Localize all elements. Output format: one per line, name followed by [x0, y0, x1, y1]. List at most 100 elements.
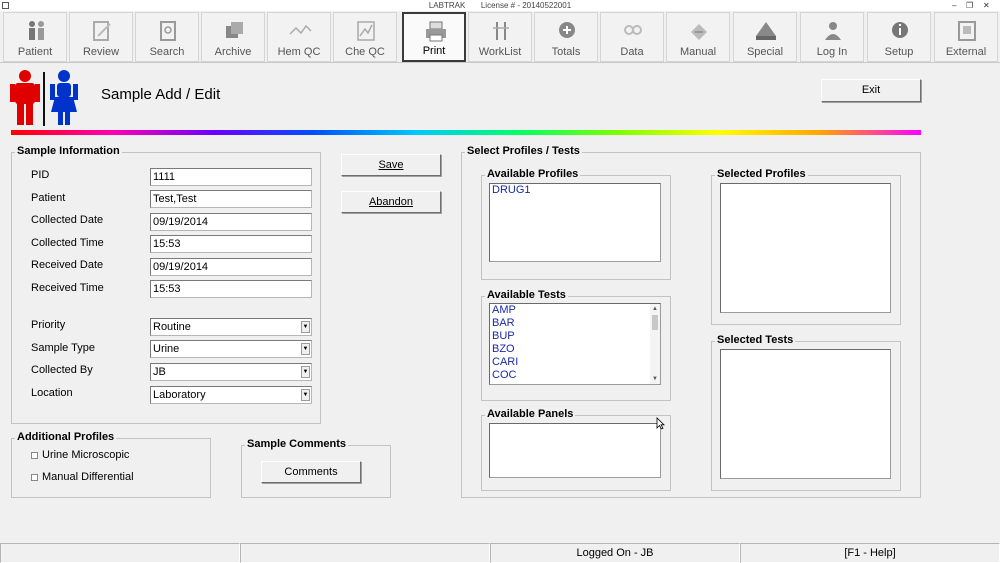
toolbar-special-button[interactable]: Special	[733, 12, 797, 62]
scroll-up-icon[interactable]: ▲	[650, 304, 660, 314]
select-profiles-tests-title: Select Profiles / Tests	[465, 145, 582, 157]
toolbar-manual-label: Manual	[679, 46, 717, 58]
list-item[interactable]: BAR	[490, 317, 660, 330]
sample-type-label: Sample Type	[31, 342, 96, 354]
collected-time-field[interactable]: 15:53	[150, 235, 312, 253]
toolbar-manual-button[interactable]: Manual	[666, 12, 730, 62]
minimize-icon[interactable]: –	[952, 0, 956, 11]
received-date-field[interactable]: 09/19/2014	[150, 258, 312, 276]
archive-icon	[226, 22, 243, 38]
page-title: Sample Add / Edit	[101, 86, 221, 103]
toolbar-search-button[interactable]: Search	[135, 12, 199, 62]
toolbar-archive-button[interactable]: Archive	[201, 12, 265, 62]
available-profiles-list[interactable]: DRUG1	[489, 183, 661, 262]
selected-tests-title: Selected Tests	[715, 334, 796, 346]
toolbar-review-button[interactable]: Review	[69, 12, 133, 62]
selected-profiles-list[interactable]	[720, 183, 891, 313]
list-item[interactable]: DRUG1	[490, 184, 660, 197]
totals-icon	[559, 22, 575, 38]
list-item[interactable]: BZO	[490, 343, 660, 356]
toolbar-worklist-label: WorkList	[478, 46, 522, 58]
chevron-down-icon[interactable]: ▼	[301, 389, 310, 401]
save-button[interactable]: Save	[341, 154, 441, 176]
collected-by-label: Collected By	[31, 364, 93, 376]
collected-date-field[interactable]: 09/19/2014	[150, 213, 312, 231]
toolbar-data-button[interactable]: Data	[600, 12, 664, 62]
external-icon	[958, 21, 976, 41]
exit-button-label: Exit	[861, 84, 881, 96]
toolbar-external-button[interactable]: External	[934, 12, 998, 62]
abandon-button[interactable]: Abandon	[341, 191, 441, 213]
available-tests-title: Available Tests	[485, 289, 568, 301]
toolbar-totals-label: Totals	[551, 46, 581, 58]
location-label: Location	[31, 387, 73, 399]
toolbar-totals-button[interactable]: Totals	[534, 12, 598, 62]
urine-microscopic-label: Urine Microscopic	[42, 449, 130, 461]
status-help: [F1 - Help]	[740, 543, 1000, 563]
status-cell-1	[0, 543, 240, 563]
toolbar-hem-qc-button[interactable]: Hem QC	[267, 12, 331, 62]
list-item[interactable]: COC	[490, 369, 660, 382]
scrollbar-thumb[interactable]	[652, 315, 658, 330]
data-icon	[624, 25, 642, 35]
chevron-down-icon[interactable]: ▼	[301, 366, 310, 378]
hem-qc-icon	[289, 24, 312, 35]
save-button-label: Save	[378, 159, 404, 171]
received-time-label: Received Time	[31, 282, 104, 294]
status-cell-2	[240, 543, 490, 563]
location-select[interactable]: Laboratory ▼	[150, 386, 312, 404]
selected-tests-list[interactable]	[720, 349, 891, 479]
window-titlebar: LABTRAK License # - 20140522001 – ❐ ✕	[0, 0, 1000, 11]
list-item[interactable]: CARI	[490, 356, 660, 369]
toolbar-data-label: Data	[620, 46, 644, 58]
chevron-down-icon[interactable]: ▼	[301, 343, 310, 355]
location-value: Laboratory	[153, 389, 206, 401]
toolbar-print-button[interactable]: Print	[402, 12, 466, 62]
list-item[interactable]: AMP	[490, 304, 660, 317]
collected-by-value: JB	[153, 366, 166, 378]
che-qc-icon	[357, 21, 375, 41]
tests-scrollbar[interactable]: ▲ ▼	[650, 304, 660, 384]
exit-button[interactable]: Exit	[821, 79, 921, 102]
comments-button[interactable]: Comments	[261, 461, 361, 483]
toolbar-patient-button[interactable]: Patient	[3, 12, 67, 62]
pid-field[interactable]: 1111	[150, 168, 312, 186]
toolbar-login-label: Log In	[816, 46, 848, 58]
toolbar-hem-qc-label: Hem QC	[277, 46, 321, 58]
manual-differential-checkbox[interactable]	[31, 474, 38, 481]
window-title: LABTRAK License # - 20140522001	[0, 0, 1000, 11]
app-name: LABTRAK	[428, 1, 466, 10]
toolbar-che-qc-button[interactable]: Che QC	[333, 12, 397, 62]
chevron-down-icon[interactable]: ▼	[301, 321, 310, 333]
toolbar-worklist-button[interactable]: WorkList	[468, 12, 532, 62]
available-profiles-title: Available Profiles	[485, 168, 581, 180]
received-time-field[interactable]: 15:53	[150, 280, 312, 298]
search-icon	[160, 21, 176, 41]
urine-microscopic-checkbox[interactable]	[31, 452, 38, 459]
available-panels-list[interactable]	[489, 423, 661, 478]
list-item[interactable]: BUP	[490, 330, 660, 343]
collected-time-label: Collected Time	[31, 237, 104, 249]
toolbar-setup-button[interactable]: Setup	[867, 12, 931, 62]
patient-logo-icon	[10, 70, 78, 126]
additional-profiles-group: Additional Profiles	[11, 431, 211, 498]
patient-field[interactable]: Test,Test	[150, 190, 312, 208]
close-icon[interactable]: ✕	[983, 0, 990, 11]
manual-differential-label: Manual Differential	[42, 471, 134, 483]
priority-select[interactable]: Routine ▼	[150, 318, 312, 336]
print-icon	[426, 21, 446, 42]
toolbar-patient-label: Patient	[17, 46, 53, 58]
toolbar-login-button[interactable]: Log In	[800, 12, 864, 62]
mouse-cursor-icon	[656, 417, 665, 430]
scroll-down-icon[interactable]: ▼	[650, 374, 660, 384]
available-panels-title: Available Panels	[485, 408, 576, 420]
rainbow-divider	[11, 130, 921, 135]
collected-by-select[interactable]: JB ▼	[150, 363, 312, 381]
patient-icon	[29, 21, 44, 40]
priority-value: Routine	[153, 321, 191, 333]
sample-type-select[interactable]: Urine ▼	[150, 340, 312, 358]
manual-icon	[691, 24, 707, 40]
restore-icon[interactable]: ❐	[966, 0, 973, 11]
available-tests-list[interactable]: AMP BAR BUP BZO CARI COC ▲ ▼	[489, 303, 661, 385]
abandon-button-label: Abandon	[368, 196, 414, 208]
